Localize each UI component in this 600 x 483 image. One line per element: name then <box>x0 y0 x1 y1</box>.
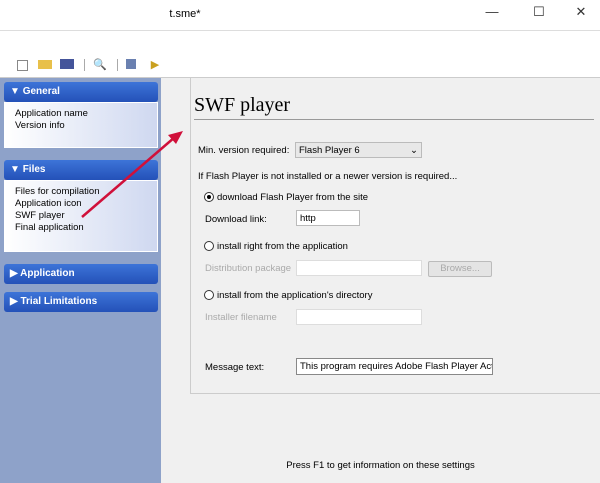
radio-icon <box>204 192 214 203</box>
min-version-label: Min. version required: <box>198 145 290 156</box>
section-application[interactable]: ▶ Application <box>4 264 158 284</box>
open-icon[interactable] <box>38 60 52 69</box>
toolbar: 🔍 ▶ <box>0 53 600 78</box>
maximize-button[interactable]: ☐ <box>524 4 554 24</box>
message-text-input[interactable]: This program requires Adobe Flash Player… <box>296 358 493 375</box>
run-icon[interactable]: ▶ <box>148 58 162 71</box>
menu-bar <box>0 30 600 54</box>
print-icon[interactable] <box>126 59 136 69</box>
browse-button[interactable]: Browse... <box>428 261 492 277</box>
settings-panel <box>190 78 600 394</box>
help-hint: Press F1 to get information on these set… <box>286 460 475 471</box>
save-icon[interactable] <box>60 59 74 69</box>
dist-package-input[interactable] <box>296 260 422 276</box>
sidebar-item-application-name[interactable]: Application name <box>15 108 147 120</box>
dist-package-label: Distribution package <box>205 263 292 274</box>
min-version-select[interactable]: Flash Player 6 ⌄ <box>295 142 422 158</box>
message-text-label: Message text: <box>205 362 265 373</box>
preview-icon[interactable]: 🔍 <box>93 58 107 71</box>
title-bar: t.sme* — ☐ ✕ <box>0 0 600 30</box>
if-not-installed-text: If Flash Player is not installed or a ne… <box>198 171 458 182</box>
radio-download[interactable]: download Flash Player from the site <box>204 192 368 203</box>
radio-icon <box>204 241 214 252</box>
section-general[interactable]: ▼ General <box>4 82 158 102</box>
window-title: t.sme* <box>169 8 201 20</box>
divider <box>194 119 594 120</box>
radio-install-app[interactable]: install right from the application <box>204 241 348 252</box>
download-link-input[interactable]: http <box>296 210 360 226</box>
annotation-arrow <box>81 131 183 218</box>
new-icon[interactable] <box>17 60 28 71</box>
separator <box>117 59 118 71</box>
close-button[interactable]: ✕ <box>566 4 596 24</box>
radio-install-dir[interactable]: install from the application's directory <box>204 290 372 301</box>
download-link-label: Download link: <box>205 214 267 225</box>
chevron-down-icon: ⌄ <box>410 145 418 156</box>
installer-filename-input[interactable] <box>296 309 422 325</box>
radio-icon <box>204 290 214 301</box>
separator <box>84 59 85 71</box>
section-trial-limitations[interactable]: ▶ Trial Limitations <box>4 292 158 312</box>
minimize-button[interactable]: — <box>477 4 507 24</box>
installer-filename-label: Installer filename <box>205 312 277 323</box>
page-title: SWF player <box>194 94 291 116</box>
